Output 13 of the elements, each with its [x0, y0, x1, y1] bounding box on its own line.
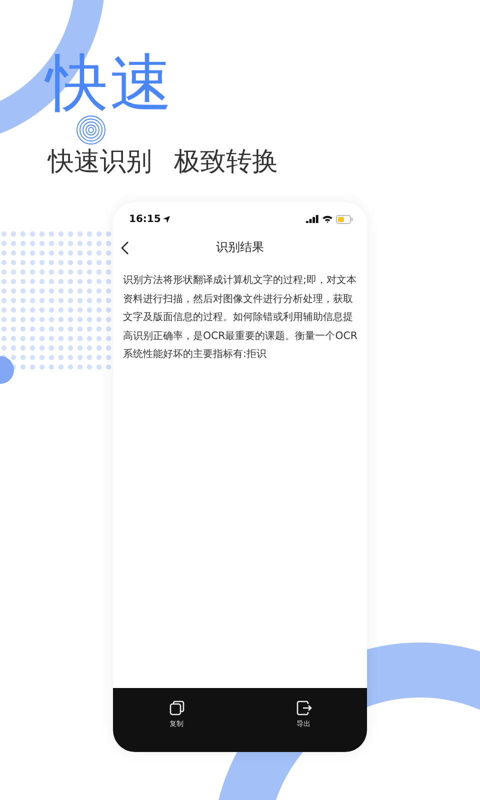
location-arrow-icon [162, 216, 170, 222]
back-button[interactable] [121, 240, 131, 256]
concentric-circles-icon [76, 115, 106, 145]
circle-decoration [0, 356, 14, 384]
tagline: 快速识别 [48, 146, 152, 178]
status-time: 16:15 [129, 214, 161, 224]
signal-icon [306, 215, 319, 223]
result-text: 识别方法将形状翻译成计算机文字的过程;即，对文本资料进行扫描，然后对图像文件进行分析处理，获取文字及版面信息的过程。如何除错或利用辅助信息提高识别正确率，是OCR最重要的课题。衡量一个OCR系统性能好坏的主要指标有:拒识 [123, 274, 358, 362]
wifi-icon [322, 215, 333, 223]
headline: 快速 [46, 52, 174, 114]
page-title: 识别结果 [216, 238, 264, 256]
battery-icon [336, 214, 353, 224]
tagline: 极致转换 [174, 146, 278, 178]
